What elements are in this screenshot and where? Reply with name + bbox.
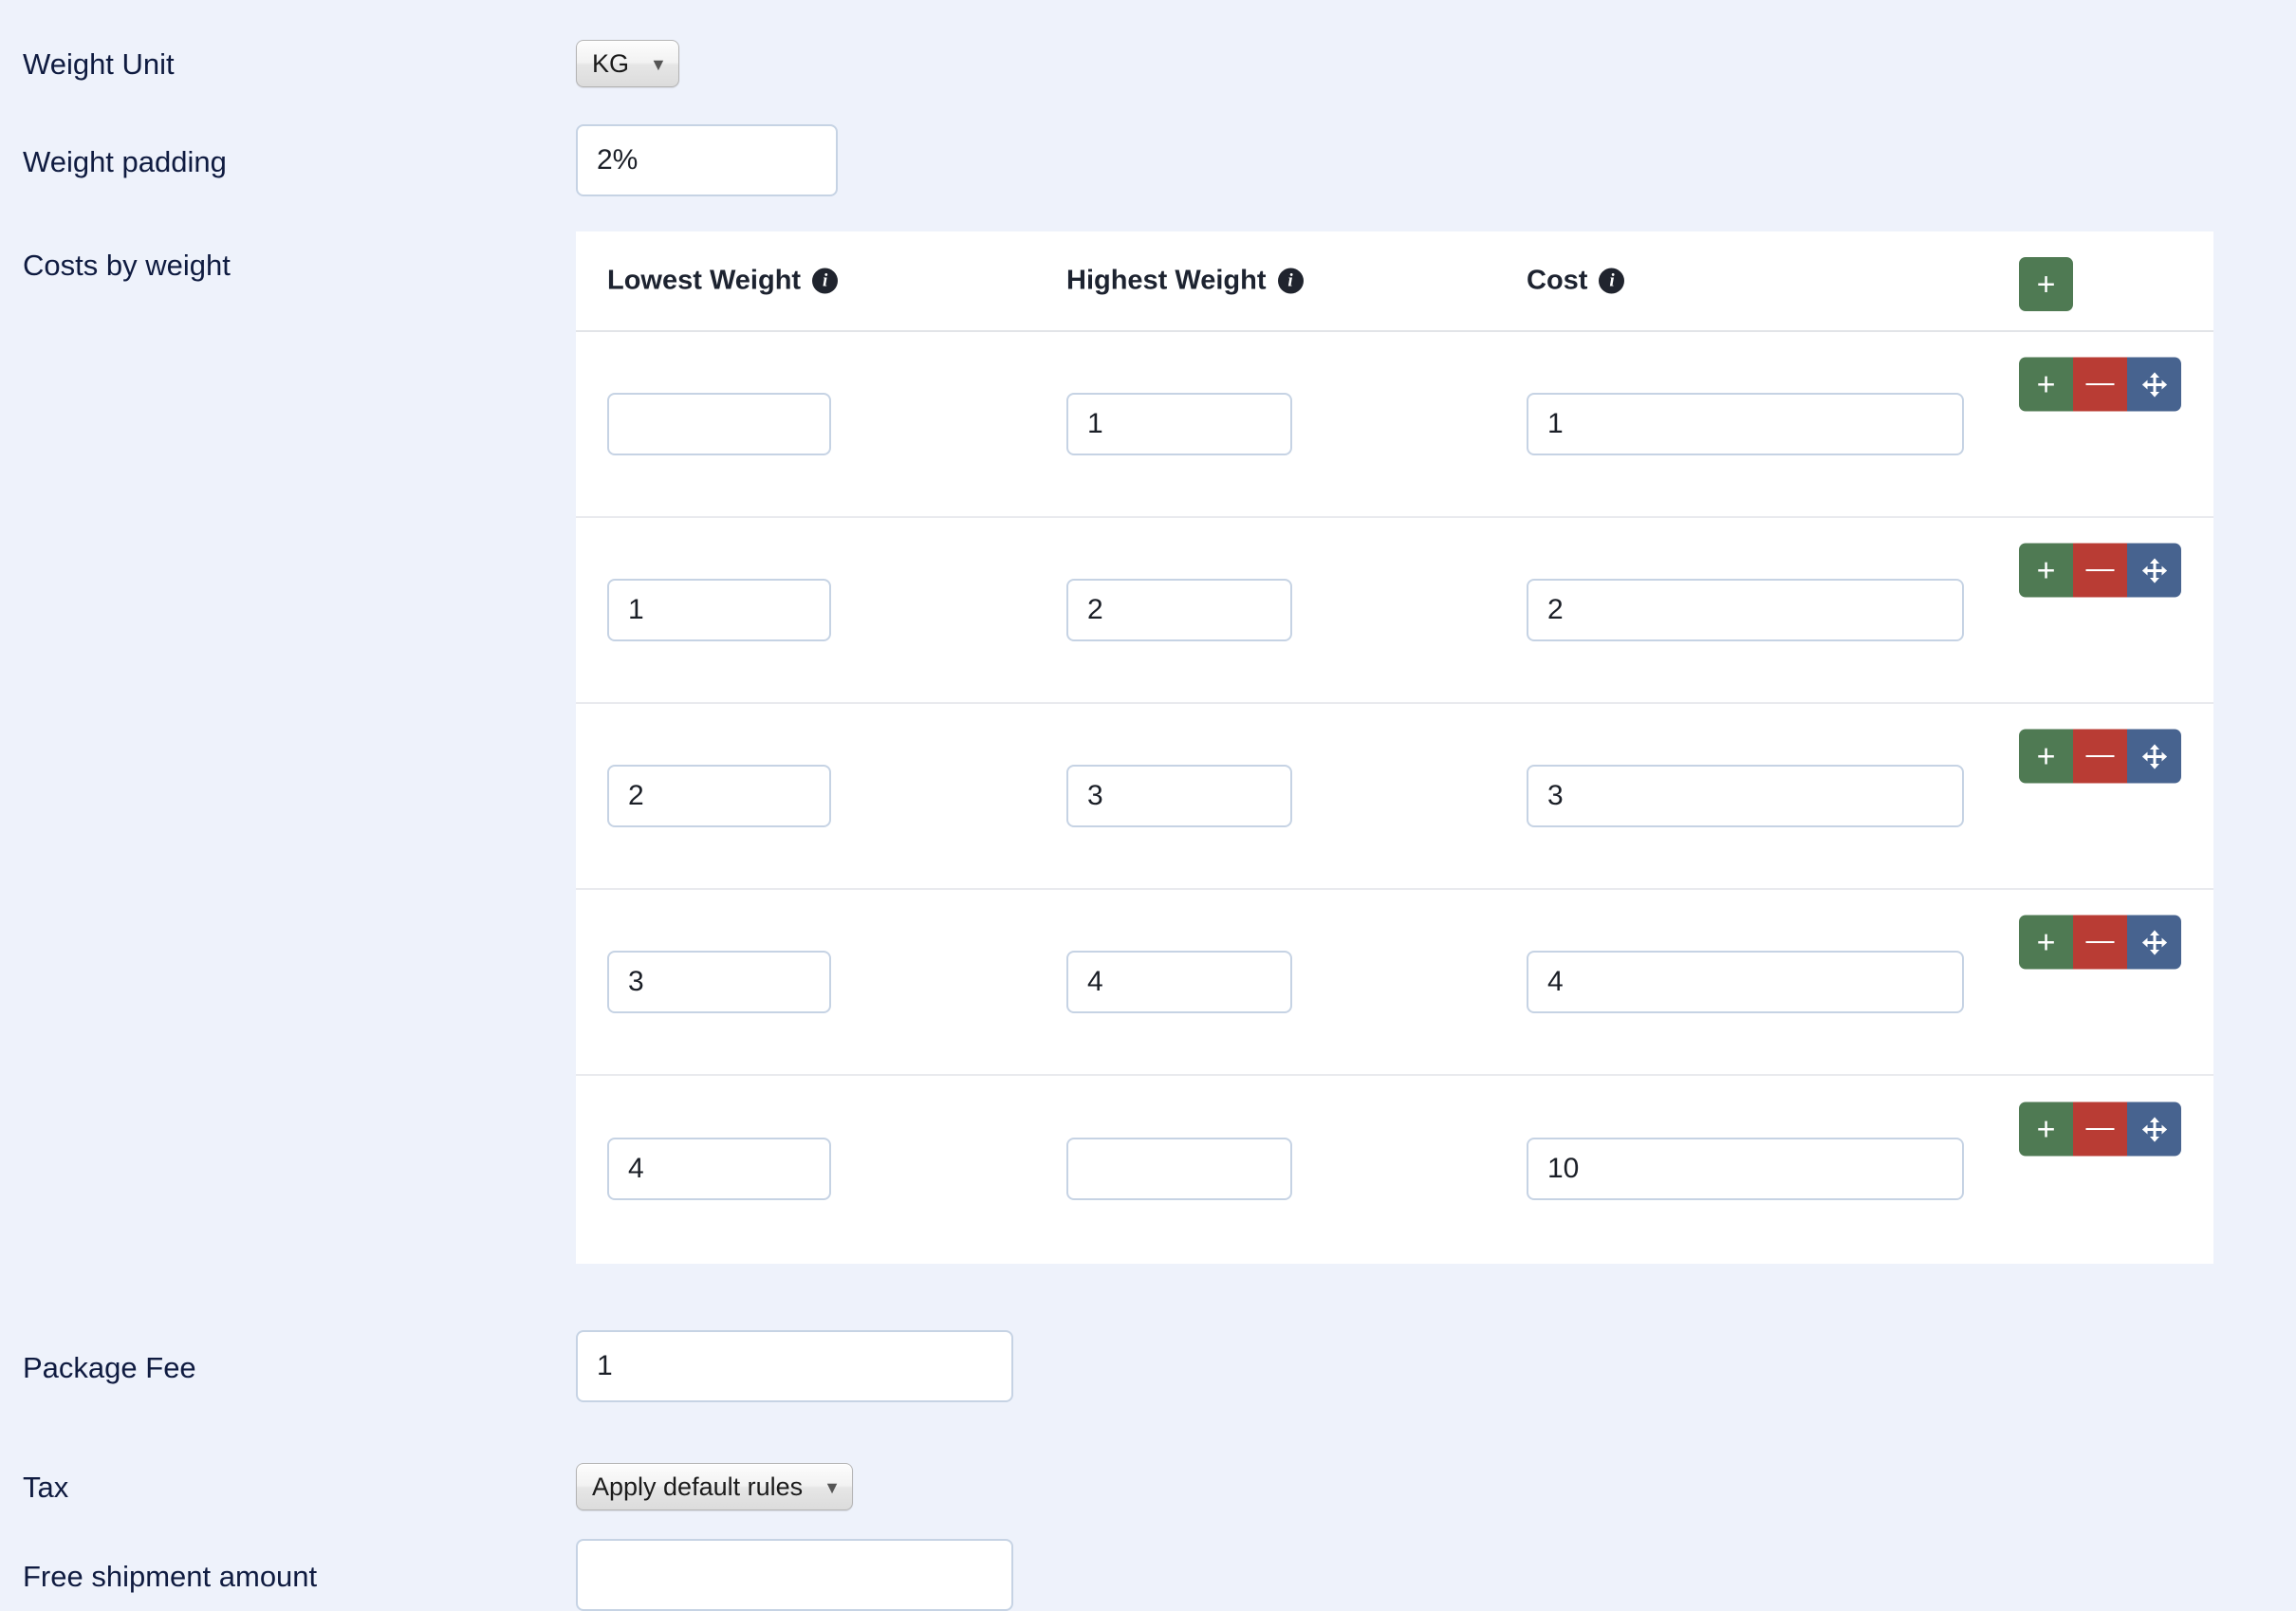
cost-input[interactable]: 1 — [1527, 393, 1964, 455]
plus-icon: + — [2036, 924, 2056, 960]
lowest-weight-input[interactable]: 1 — [607, 579, 831, 641]
column-header-cost-text: Cost — [1527, 265, 1588, 296]
minus-icon: — — [2085, 738, 2115, 769]
column-header-highest-weight: Highest Weight i — [1066, 266, 1304, 297]
settings-form-page: Weight Unit KG ▼ Weight padding 2% Costs… — [0, 0, 2296, 1611]
move-icon — [2141, 929, 2167, 955]
minus-icon: — — [2085, 924, 2115, 955]
row-move-button[interactable] — [2127, 915, 2181, 970]
row-move-button[interactable] — [2127, 1102, 2181, 1157]
package-fee-input[interactable]: 1 — [576, 1330, 1013, 1402]
row-move-button[interactable] — [2127, 729, 2181, 784]
lowest-weight-input[interactable]: 3 — [607, 951, 831, 1013]
row-remove-button[interactable]: — — [2073, 915, 2127, 970]
table-row: 1 2 2 + — — [576, 518, 2213, 704]
minus-icon: — — [2085, 1111, 2115, 1142]
row-remove-button[interactable]: — — [2073, 357, 2127, 412]
lowest-weight-input[interactable]: 2 — [607, 765, 831, 827]
move-icon — [2141, 1116, 2167, 1142]
plus-icon: + — [2036, 266, 2056, 303]
costs-by-weight-label: Costs by weight — [23, 249, 231, 282]
plus-icon: + — [2036, 552, 2056, 588]
weight-unit-label: Weight Unit — [23, 47, 175, 81]
row-move-button[interactable] — [2127, 357, 2181, 412]
move-icon — [2141, 743, 2167, 769]
add-row-button[interactable]: + — [2019, 257, 2073, 311]
weight-unit-selected-value: KG — [592, 48, 630, 78]
costs-by-weight-table: Lowest Weight i Highest Weight i Cost i … — [576, 231, 2213, 1264]
highest-weight-input[interactable]: 4 — [1066, 951, 1292, 1013]
row-remove-button[interactable]: — — [2073, 543, 2127, 598]
column-header-lowest-weight: Lowest Weight i — [607, 265, 839, 297]
row-actions: + — — [2019, 1102, 2181, 1157]
move-icon — [2141, 557, 2167, 583]
table-row: 3 4 4 + — — [576, 890, 2213, 1076]
column-header-cost: Cost i — [1527, 265, 1625, 297]
highest-weight-input[interactable]: 2 — [1066, 579, 1292, 641]
chevron-down-icon: ▼ — [824, 1478, 841, 1497]
table-row: 1 1 + — — [576, 332, 2213, 518]
info-icon[interactable]: i — [812, 268, 839, 294]
minus-icon: — — [2085, 552, 2115, 583]
row-add-button[interactable]: + — [2019, 915, 2073, 970]
weight-unit-select[interactable]: KG ▼ — [576, 40, 679, 87]
row-move-button[interactable] — [2127, 543, 2181, 598]
row-add-button[interactable]: + — [2019, 357, 2073, 412]
row-actions: + — — [2019, 729, 2181, 784]
move-icon — [2141, 371, 2167, 398]
highest-weight-input[interactable] — [1066, 1138, 1292, 1200]
free-shipment-amount-input[interactable] — [576, 1539, 1013, 1611]
row-actions: + — — [2019, 915, 2181, 970]
chevron-down-icon: ▼ — [650, 55, 667, 74]
lowest-weight-input[interactable] — [607, 393, 831, 455]
cost-input[interactable]: 10 — [1527, 1138, 1964, 1200]
plus-icon: + — [2036, 1111, 2056, 1147]
plus-icon: + — [2036, 366, 2056, 402]
plus-icon: + — [2036, 738, 2056, 774]
cost-input[interactable]: 3 — [1527, 765, 1964, 827]
cost-input[interactable]: 4 — [1527, 951, 1964, 1013]
cost-input[interactable]: 2 — [1527, 579, 1964, 641]
row-actions: + — — [2019, 357, 2181, 412]
row-actions: + — — [2019, 543, 2181, 598]
column-header-highest-weight-text: Highest Weight — [1066, 265, 1267, 296]
row-add-button[interactable]: + — [2019, 1102, 2073, 1157]
row-remove-button[interactable]: — — [2073, 729, 2127, 784]
tax-select[interactable]: Apply default rules ▼ — [576, 1463, 853, 1510]
table-header-row: Lowest Weight i Highest Weight i Cost i … — [576, 231, 2213, 332]
highest-weight-input[interactable]: 1 — [1066, 393, 1292, 455]
info-icon[interactable]: i — [1277, 268, 1304, 294]
package-fee-label: Package Fee — [23, 1351, 196, 1384]
minus-icon: — — [2085, 366, 2115, 398]
info-icon[interactable]: i — [1599, 268, 1625, 294]
free-shipment-amount-label: Free shipment amount — [23, 1560, 318, 1593]
tax-label: Tax — [23, 1471, 69, 1504]
row-remove-button[interactable]: — — [2073, 1102, 2127, 1157]
weight-padding-label: Weight padding — [23, 145, 227, 178]
table-row: 2 3 3 + — — [576, 704, 2213, 890]
table-row: 4 10 + — — [576, 1076, 2213, 1262]
column-header-lowest-weight-text: Lowest Weight — [607, 265, 802, 296]
row-add-button[interactable]: + — [2019, 729, 2073, 784]
highest-weight-input[interactable]: 3 — [1066, 765, 1292, 827]
row-add-button[interactable]: + — [2019, 543, 2073, 598]
lowest-weight-input[interactable]: 4 — [607, 1138, 831, 1200]
weight-padding-input[interactable]: 2% — [576, 124, 838, 196]
tax-selected-value: Apply default rules — [592, 1472, 804, 1501]
